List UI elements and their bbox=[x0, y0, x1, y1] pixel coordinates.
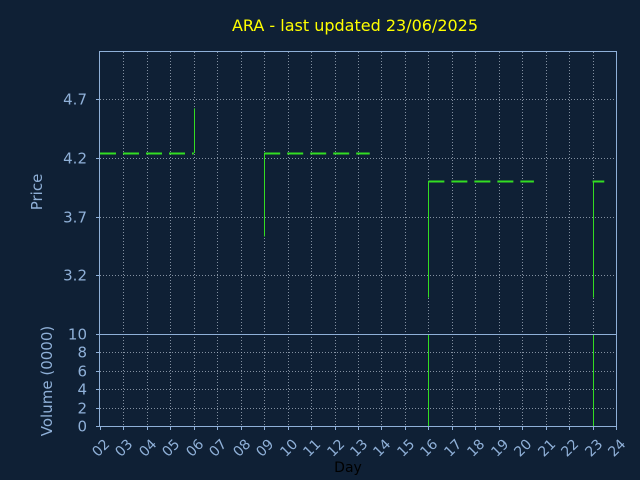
x-tick-label: 16 bbox=[417, 436, 441, 460]
stock-chart: ARA - last updated 23/06/2025 3.2 3.7 4.2 4… bbox=[28, 16, 629, 476]
volume-marks bbox=[428, 334, 594, 426]
volume-tick-label: 0 bbox=[77, 418, 87, 436]
x-tick-label: 09 bbox=[253, 436, 277, 460]
x-tick-label: 03 bbox=[112, 436, 136, 460]
volume-axis-label: Volume (0000) bbox=[38, 326, 56, 436]
x-tick-label: 24 bbox=[605, 436, 629, 460]
x-tick-label: 23 bbox=[582, 436, 606, 460]
price-grid bbox=[100, 52, 616, 334]
volume-grid bbox=[100, 334, 616, 426]
x-tick-label: 05 bbox=[159, 436, 183, 460]
volume-tick-label: 8 bbox=[77, 344, 87, 362]
x-tick-label: 12 bbox=[324, 436, 348, 460]
volume-y-ticks: 0246810 bbox=[68, 326, 100, 436]
x-tick-label: 15 bbox=[394, 436, 418, 460]
x-tick-label: 11 bbox=[300, 436, 324, 460]
x-tick-label: 10 bbox=[277, 436, 301, 460]
x-tick-label: 08 bbox=[230, 436, 254, 460]
price-tick-label: 3.7 bbox=[63, 209, 87, 227]
price-tick-label: 4.7 bbox=[63, 91, 87, 109]
volume-tick-label: 2 bbox=[77, 400, 87, 418]
x-tick-label: 06 bbox=[183, 436, 207, 460]
x-tick-label: 22 bbox=[558, 436, 582, 460]
x-tick-label: 17 bbox=[441, 436, 465, 460]
x-ticks: 02 03 04 05 06 07 08 09 10 11 12 13 14 15 16 17 18 19 20 21… bbox=[89, 426, 629, 460]
price-tick-label: 4.2 bbox=[63, 150, 87, 168]
x-tick-label: 14 bbox=[370, 436, 394, 460]
volume-tick-label: 4 bbox=[77, 381, 87, 399]
price-axis-label: Price bbox=[28, 174, 46, 211]
chart-title: ARA - last updated 23/06/2025 bbox=[232, 16, 478, 35]
x-tick-label: 02 bbox=[89, 436, 113, 460]
x-tick-label: 21 bbox=[535, 436, 559, 460]
x-axis-label: Day bbox=[334, 460, 362, 476]
price-marks bbox=[100, 108, 605, 298]
x-tick-label: 18 bbox=[464, 436, 488, 460]
price-y-ticks: 3.2 3.7 4.2 4.7 bbox=[63, 91, 100, 285]
x-tick-label: 19 bbox=[488, 436, 512, 460]
x-tick-label: 04 bbox=[136, 436, 160, 460]
volume-tick-label: 6 bbox=[77, 363, 87, 381]
volume-tick-label: 10 bbox=[68, 326, 87, 344]
price-tick-label: 3.2 bbox=[63, 267, 87, 285]
x-tick-label: 07 bbox=[206, 436, 230, 460]
x-tick-label: 20 bbox=[511, 436, 535, 460]
x-tick-label: 13 bbox=[347, 436, 371, 460]
